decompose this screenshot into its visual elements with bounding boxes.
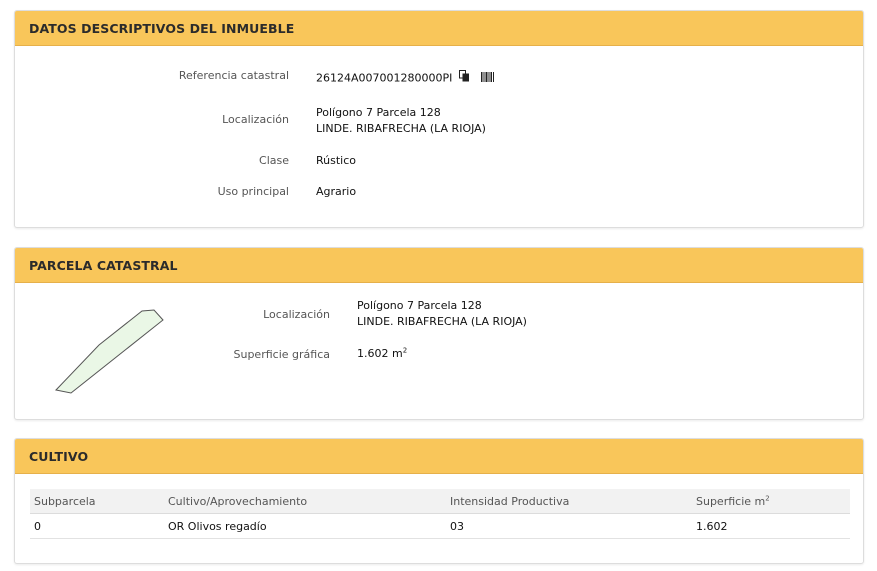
cell-intensidad: 03 (446, 513, 692, 539)
parcel-polygon[interactable] (55, 309, 164, 394)
table-header-row: Subparcela Cultivo/Aprovechamiento Inten… (30, 489, 850, 514)
panel-title: PARCELA CATASTRAL (15, 248, 863, 283)
superficie-grafica-value: 1.602 m2 (357, 346, 407, 362)
panel-title: CULTIVO (15, 439, 863, 474)
uso-principal-label: Uso principal (217, 185, 289, 198)
table-row: 0 OR Olivos regadío 03 1.602 (30, 513, 850, 539)
cell-subparcela: 0 (30, 513, 164, 539)
parcela-localizacion-label: Localización (263, 308, 330, 321)
localizacion-line1: Polígono 7 Parcela 128 (316, 106, 441, 119)
parcela-localizacion-line1: Polígono 7 Parcela 128 (357, 299, 482, 312)
cultivo-table: Subparcela Cultivo/Aprovechamiento Inten… (30, 489, 850, 539)
superficie-grafica-exp: 2 (402, 346, 408, 355)
col-cultivo: Cultivo/Aprovechamiento (164, 489, 446, 514)
superficie-grafica-number: 1.602 m (357, 347, 403, 360)
ref-catastral-label: Referencia catastral (178, 69, 289, 82)
col-superficie-label: Superficie m (696, 494, 766, 508)
col-superficie: Superficie m2 (692, 489, 850, 514)
clase-label: Clase (259, 154, 289, 167)
col-intensidad: Intensidad Productiva (446, 489, 692, 514)
copy-icon[interactable] (458, 70, 470, 87)
localizacion-line2: LINDE. RIBAFRECHA (LA RIOJA) (316, 122, 486, 135)
ref-catastral-value[interactable]: 26124A007001280000PI (316, 72, 452, 85)
panel-cultivo: CULTIVO Subparcela Cultivo/Aprovechamien… (14, 438, 864, 564)
parcel-shape[interactable] (50, 303, 180, 403)
localizacion-label: Localización (222, 113, 289, 126)
clase-value: Rústico (316, 154, 356, 167)
uso-principal-value: Agrario (316, 185, 357, 198)
ref-catastral-value-wrap: 26124A007001280000PI (316, 70, 495, 87)
localizacion-value: Polígono 7 Parcela 128 LINDE. RIBAFRECHA… (316, 105, 486, 137)
col-subparcela: Subparcela (30, 489, 164, 514)
parcela-localizacion-line2: LINDE. RIBAFRECHA (LA RIOJA) (357, 315, 527, 328)
superficie-grafica-label: Superficie gráfica (233, 348, 331, 361)
cell-cultivo: OR Olivos regadío (164, 513, 446, 539)
parcela-localizacion-value: Polígono 7 Parcela 128 LINDE. RIBAFRECHA… (357, 298, 527, 330)
barcode-icon[interactable] (481, 71, 495, 87)
panel-title: DATOS DESCRIPTIVOS DEL INMUEBLE (15, 11, 863, 46)
col-superficie-exp: 2 (765, 493, 770, 502)
panel-datos-descriptivos: DATOS DESCRIPTIVOS DEL INMUEBLE Referenc… (14, 10, 864, 228)
panel-parcela-catastral: PARCELA CATASTRAL Localización Polígono … (14, 247, 864, 420)
cell-superficie: 1.602 (692, 513, 850, 539)
